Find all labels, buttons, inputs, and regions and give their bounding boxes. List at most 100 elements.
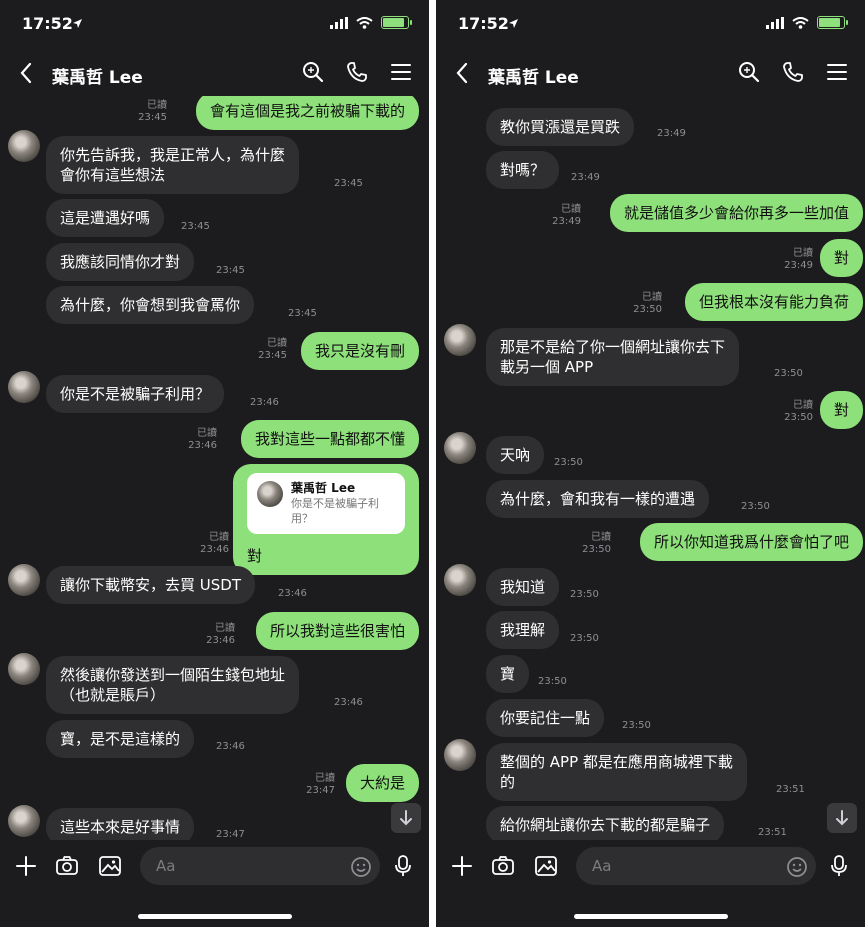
message-bubble-received[interactable]: 我應該同情你才對 bbox=[46, 243, 195, 281]
chat-title: 葉禹哲 Lee bbox=[488, 68, 579, 88]
message-time: 23:50 bbox=[570, 589, 599, 600]
home-indicator[interactable] bbox=[573, 914, 728, 919]
avatar[interactable] bbox=[8, 653, 40, 685]
message-time: 23:45 bbox=[181, 221, 210, 232]
message-meta: 已讀 23:46 bbox=[206, 623, 235, 646]
message-bubble-sent[interactable]: 所以我對這些很害怕 bbox=[255, 612, 419, 650]
back-icon[interactable] bbox=[452, 60, 474, 86]
emoji-icon[interactable] bbox=[350, 856, 372, 878]
chat-screen-right: 17:52 葉禹哲 Lee 教你買漲還是買跌 23:49 對嗎？ 23:49 已… bbox=[436, 0, 865, 927]
message-bubble-sent[interactable]: 會有這個是我之前被騙下載的 bbox=[195, 96, 419, 130]
avatar[interactable] bbox=[8, 805, 40, 837]
message-meta: 已讀 23:50 bbox=[784, 400, 813, 423]
message-bubble-received[interactable]: 寶 bbox=[486, 655, 530, 693]
reply-message-bubble[interactable]: 葉禹哲 Lee 你是不是被騙子利用？ 對 bbox=[233, 464, 419, 575]
message-bubble-received[interactable]: 這些本來是好事情 bbox=[46, 808, 195, 840]
emoji-icon[interactable] bbox=[786, 856, 808, 878]
message-time: 23:46 bbox=[334, 697, 363, 708]
avatar[interactable] bbox=[444, 324, 476, 356]
message-bubble-sent[interactable]: 就是儲值多少會給你再多一些加值 bbox=[609, 194, 863, 232]
scroll-to-bottom-button[interactable] bbox=[391, 803, 421, 833]
avatar[interactable] bbox=[8, 564, 40, 596]
reply-text: 對 bbox=[247, 547, 263, 565]
message-bubble-received[interactable]: 我知道 bbox=[486, 568, 560, 606]
battery-icon bbox=[381, 16, 412, 29]
message-meta: 已讀 23:46 bbox=[188, 428, 217, 451]
chat-screen-left: 17:52 葉禹哲 Lee 已讀 23:45 會有這個是我之前被騙下載的 你先告訴… bbox=[0, 0, 429, 927]
message-bubble-sent[interactable]: 我對這些一點都都不懂 bbox=[240, 420, 419, 458]
avatar[interactable] bbox=[444, 564, 476, 596]
image-icon[interactable] bbox=[98, 854, 122, 878]
message-bubble-received[interactable]: 天吶 bbox=[486, 436, 545, 474]
search-icon[interactable] bbox=[301, 60, 325, 84]
plus-icon[interactable] bbox=[14, 854, 38, 878]
message-bubble-received[interactable]: 你要記住一點 bbox=[486, 699, 605, 737]
menu-icon[interactable] bbox=[389, 60, 413, 84]
message-bubble-received[interactable]: 讓你下載幣安，去買 USDT bbox=[46, 566, 255, 604]
camera-icon[interactable] bbox=[491, 854, 515, 878]
message-bubble-received[interactable]: 給你網址讓你去下載的都是騙子 bbox=[486, 806, 725, 840]
message-input[interactable] bbox=[140, 847, 380, 885]
message-bubble-received[interactable]: 為什麼，你會想到我會罵你 bbox=[46, 286, 255, 324]
message-bubble-sent[interactable]: 對 bbox=[819, 391, 863, 429]
message-time: 23:49 bbox=[657, 128, 686, 139]
message-list[interactable]: 已讀 23:45 會有這個是我之前被騙下載的 你先告訴我，我是正常人，為什麼 會你… bbox=[0, 96, 429, 840]
microphone-icon[interactable] bbox=[827, 854, 851, 878]
image-icon[interactable] bbox=[534, 854, 558, 878]
message-input[interactable] bbox=[576, 847, 816, 885]
avatar[interactable] bbox=[8, 130, 40, 162]
message-bubble-received[interactable]: 那是不是給了你一個網址讓你去下 載另一個 APP bbox=[486, 328, 740, 386]
message-time: 23:50 bbox=[570, 633, 599, 644]
phone-icon[interactable] bbox=[345, 60, 369, 84]
search-icon[interactable] bbox=[737, 60, 761, 84]
microphone-icon[interactable] bbox=[391, 854, 415, 878]
message-bubble-sent[interactable]: 所以你知道我爲什麼會怕了吧 bbox=[639, 523, 863, 561]
arrow-down-icon bbox=[400, 810, 412, 826]
message-time: 23:46 bbox=[278, 588, 307, 599]
message-bubble-received[interactable]: 然後讓你發送到一個陌生錢包地址 （也就是賬戶） bbox=[46, 656, 300, 714]
scroll-to-bottom-button[interactable] bbox=[827, 803, 857, 833]
message-time: 23:47 bbox=[216, 829, 245, 840]
chat-header: 葉禹哲 Lee bbox=[0, 52, 429, 94]
signal-icon bbox=[766, 16, 784, 29]
message-bubble-sent[interactable]: 對 bbox=[819, 239, 863, 277]
message-time: 23:49 bbox=[571, 172, 600, 183]
avatar bbox=[257, 481, 283, 507]
message-bubble-received[interactable]: 教你買漲還是買跌 bbox=[486, 108, 635, 146]
avatar[interactable] bbox=[8, 371, 40, 403]
status-bar: 17:52 bbox=[436, 0, 865, 48]
battery-icon bbox=[817, 16, 848, 29]
home-indicator[interactable] bbox=[137, 914, 292, 919]
quoted-sender: 葉禹哲 Lee bbox=[291, 481, 356, 495]
avatar[interactable] bbox=[444, 432, 476, 464]
phone-icon[interactable] bbox=[781, 60, 805, 84]
signal-icon bbox=[330, 16, 348, 29]
plus-icon[interactable] bbox=[450, 854, 474, 878]
message-bubble-sent[interactable]: 我只是沒有刪 bbox=[300, 332, 419, 370]
message-bubble-received[interactable]: 你是不是被騙子利用？ bbox=[46, 375, 225, 413]
message-bubble-received[interactable]: 寶，是不是這樣的 bbox=[46, 720, 195, 758]
message-bubble-sent[interactable]: 但我根本沒有能力負荷 bbox=[684, 283, 863, 321]
location-arrow-icon bbox=[73, 19, 82, 28]
message-bubble-received[interactable]: 為什麼，會和我有一樣的遭遇 bbox=[486, 480, 710, 518]
message-time: 23:45 bbox=[288, 308, 317, 319]
message-time: 23:51 bbox=[758, 827, 787, 838]
message-bubble-received[interactable]: 這是遭遇好嗎 bbox=[46, 199, 165, 237]
message-bubble-received[interactable]: 整個的 APP 都是在應用商城裡下載 的 bbox=[486, 743, 747, 801]
back-icon[interactable] bbox=[16, 60, 38, 86]
avatar[interactable] bbox=[444, 739, 476, 771]
message-bubble-received[interactable]: 對嗎？ bbox=[486, 151, 560, 189]
menu-icon[interactable] bbox=[825, 60, 849, 84]
quoted-message[interactable]: 葉禹哲 Lee 你是不是被騙子利用？ bbox=[247, 473, 405, 534]
message-bubble-sent[interactable]: 大約是 bbox=[345, 764, 419, 802]
arrow-down-icon bbox=[836, 810, 848, 826]
message-list[interactable]: 教你買漲還是買跌 23:49 對嗎？ 23:49 已讀 23:49 就是儲值多少會… bbox=[436, 96, 865, 840]
message-meta: 已讀 23:47 bbox=[306, 773, 335, 796]
message-time: 23:50 bbox=[538, 676, 567, 687]
message-time: 23:46 bbox=[216, 741, 245, 752]
message-bubble-received[interactable]: 你先告訴我，我是正常人，為什麼 會你有這些想法 bbox=[46, 136, 300, 194]
location-arrow-icon bbox=[509, 19, 518, 28]
message-meta: 已讀 23:45 bbox=[138, 100, 167, 123]
camera-icon[interactable] bbox=[55, 854, 79, 878]
message-bubble-received[interactable]: 我理解 bbox=[486, 611, 560, 649]
